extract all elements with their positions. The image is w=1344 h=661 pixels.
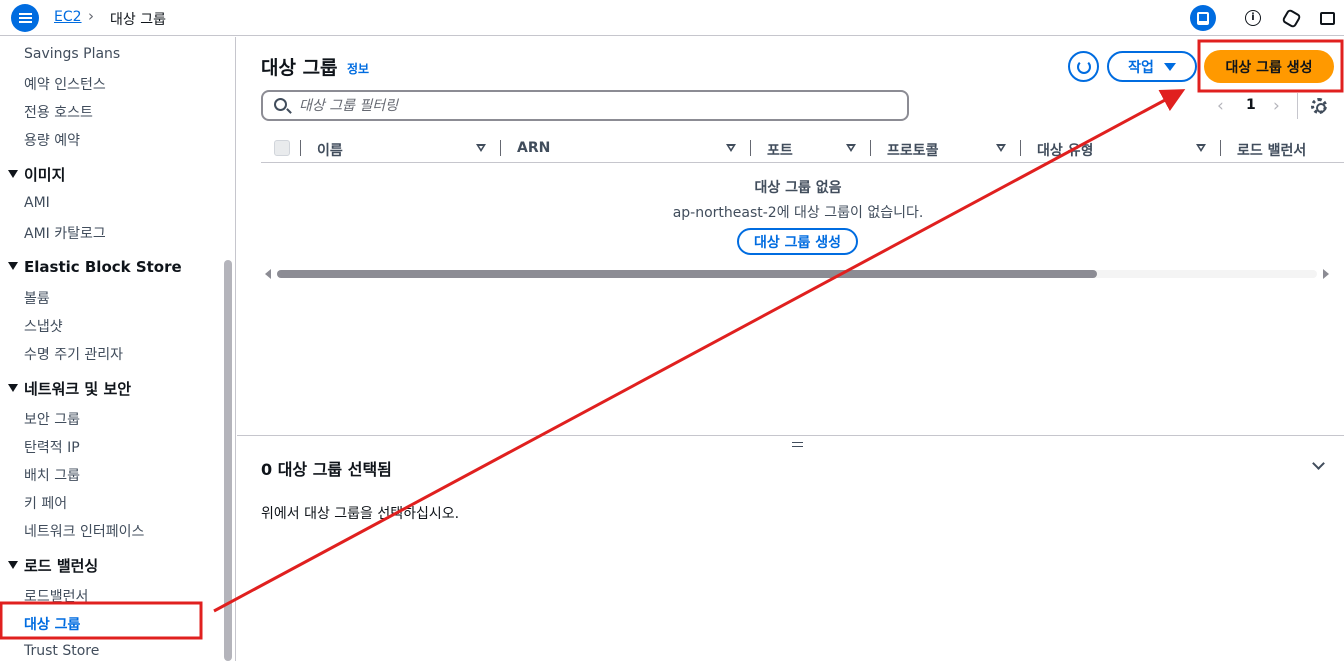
sidebar-item-trust-store[interactable]: Trust Store — [24, 643, 99, 659]
caret-down-icon — [8, 561, 18, 569]
sidebar-item-security-groups[interactable]: 보안 그룹 — [24, 409, 80, 429]
empty-create-target-group-button[interactable]: 대상 그룹 생성 — [737, 228, 858, 255]
sidebar: Savings Plans 예약 인스턴스 전용 호스트 용량 예약 이미지 A… — [0, 37, 236, 661]
sidebar-item-reserved-instances[interactable]: 예약 인스턴스 — [24, 74, 106, 94]
sidebar-item-load-balancers[interactable]: 로드밸런서 — [24, 586, 88, 606]
chevron-right-icon: › — [88, 7, 94, 25]
search-input[interactable] — [299, 96, 889, 116]
sidebar-item-ami-catalog[interactable]: AMI 카탈로그 — [24, 223, 106, 243]
column-divider — [750, 140, 751, 156]
sidebar-item-lifecycle-manager[interactable]: 수명 주기 관리자 — [24, 344, 123, 364]
pagination-next[interactable]: › — [1273, 96, 1280, 116]
column-header-load-balancer[interactable]: 로드 밸런서 — [1237, 140, 1306, 160]
main-content: 대상 그룹 정보 작업 대상 그룹 생성 ‹ 1 › 이름 ARN 포트 프로토… — [237, 37, 1344, 661]
hexagon-icon[interactable] — [1278, 5, 1304, 31]
sidebar-section-label: Elastic Block Store — [24, 258, 182, 276]
empty-state-description: ap-northeast-2에 대상 그룹이 없습니다. — [672, 205, 924, 221]
breadcrumb-current: 대상 그룹 — [110, 12, 166, 28]
sidebar-section-label: 네트워크 및 보안 — [24, 380, 132, 398]
sort-icon[interactable] — [846, 144, 856, 152]
caret-down-icon — [8, 262, 18, 270]
chevron-down-icon[interactable] — [1312, 457, 1325, 470]
column-header-name[interactable]: 이름 — [317, 140, 343, 160]
split-panel-message: 위에서 대상 그룹을 선택하십시오. — [261, 506, 460, 522]
sort-icon[interactable] — [996, 144, 1006, 152]
create-target-group-button[interactable]: 대상 그룹 생성 — [1204, 50, 1334, 83]
terminal-icon[interactable] — [1314, 5, 1340, 31]
sidebar-item-key-pairs[interactable]: 키 페어 — [24, 493, 67, 513]
sidebar-item-snapshots[interactable]: 스냅샷 — [24, 316, 63, 336]
table-header: 이름 ARN 포트 프로토콜 대상 유형 로드 밸런서 — [261, 137, 1344, 163]
sidebar-section-label: 이미지 — [24, 166, 66, 184]
caret-down-icon — [8, 384, 18, 392]
column-divider — [500, 140, 501, 156]
sidebar-item-dedicated-hosts[interactable]: 전용 호스트 — [24, 102, 93, 122]
sidebar-scrollbar[interactable] — [224, 260, 232, 661]
column-header-port[interactable]: 포트 — [767, 140, 793, 160]
info-icon[interactable]: i — [1240, 5, 1266, 31]
caret-down-icon — [1163, 62, 1176, 71]
scroll-right-icon[interactable] — [1323, 269, 1329, 279]
sort-icon[interactable] — [1196, 144, 1206, 152]
sort-icon[interactable] — [476, 144, 486, 152]
menu-icon[interactable] — [11, 4, 39, 32]
split-panel-title: 0 대상 그룹 선택됨 — [261, 460, 392, 479]
sidebar-section-label: 로드 밸런싱 — [24, 557, 99, 575]
sidebar-section-images[interactable]: 이미지 — [8, 164, 65, 185]
sidebar-item-savings-plans[interactable]: Savings Plans — [24, 46, 120, 62]
divider — [1297, 93, 1298, 119]
search-icon — [274, 98, 287, 111]
actions-button[interactable]: 작업 — [1107, 51, 1197, 82]
refresh-button[interactable] — [1068, 51, 1099, 82]
column-divider — [1220, 140, 1221, 156]
panel-icon[interactable] — [1190, 5, 1216, 31]
page-title: 대상 그룹 — [261, 57, 338, 79]
column-header-protocol[interactable]: 프로토콜 — [887, 140, 939, 160]
sidebar-item-volumes[interactable]: 볼륨 — [24, 288, 50, 308]
column-divider — [870, 140, 871, 156]
sort-icon[interactable] — [726, 144, 736, 152]
refresh-icon — [1076, 59, 1091, 74]
actions-label: 작업 — [1128, 59, 1154, 76]
sidebar-item-ami[interactable]: AMI — [24, 195, 50, 211]
sidebar-item-elastic-ip[interactable]: 탄력적 IP — [24, 437, 80, 457]
settings-icon[interactable] — [1311, 98, 1327, 114]
select-all-checkbox[interactable] — [274, 140, 290, 156]
info-link[interactable]: 정보 — [347, 60, 369, 77]
sidebar-item-placement-groups[interactable]: 배치 그룹 — [24, 465, 80, 485]
sidebar-item-capacity-reservations[interactable]: 용량 예약 — [24, 130, 80, 150]
search-field[interactable] — [261, 90, 909, 121]
sidebar-item-network-interfaces[interactable]: 네트워크 인터페이스 — [24, 521, 144, 541]
scroll-left-icon[interactable] — [265, 269, 271, 279]
drag-handle-icon[interactable] — [792, 442, 803, 447]
sidebar-section-load-balancing[interactable]: 로드 밸런싱 — [8, 555, 98, 576]
caret-down-icon — [8, 170, 18, 178]
top-bar: EC2 › 대상 그룹 i — [0, 0, 1344, 36]
column-header-arn[interactable]: ARN — [517, 140, 550, 156]
column-divider — [300, 140, 301, 156]
column-header-target-type[interactable]: 대상 유형 — [1037, 140, 1093, 160]
column-divider — [1020, 140, 1021, 156]
pagination-page-number[interactable]: 1 — [1246, 97, 1256, 113]
split-panel-divider — [237, 435, 1344, 436]
sidebar-section-ebs[interactable]: Elastic Block Store — [8, 258, 182, 276]
pagination-previous[interactable]: ‹ — [1217, 96, 1224, 116]
empty-state-title: 대상 그룹 없음 — [754, 180, 842, 196]
horizontal-scrollbar-thumb[interactable] — [277, 270, 1097, 278]
sidebar-section-network-security[interactable]: 네트워크 및 보안 — [8, 378, 131, 399]
sidebar-item-target-groups[interactable]: 대상 그룹 — [24, 614, 80, 634]
breadcrumb-ec2[interactable]: EC2 — [54, 9, 82, 25]
